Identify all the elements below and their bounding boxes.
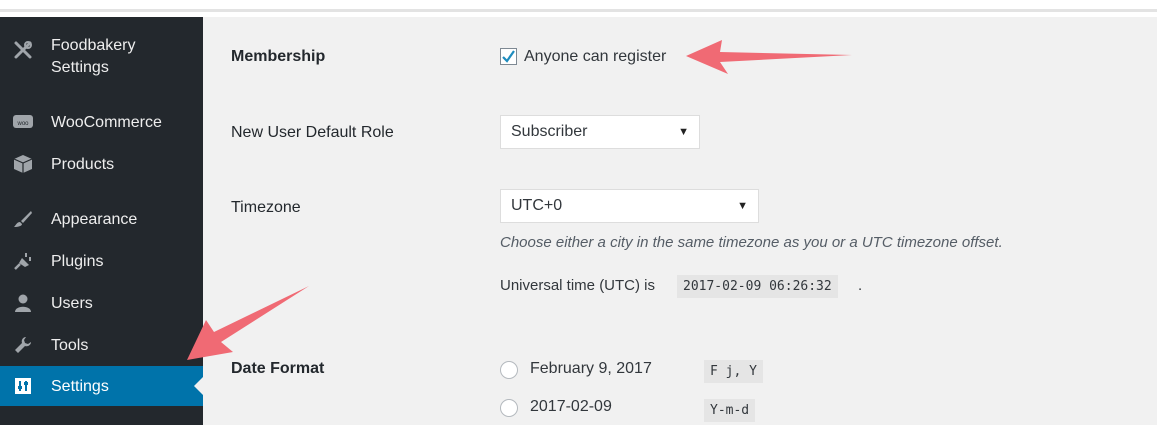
paint-brush-icon bbox=[12, 208, 34, 230]
sidebar-item-users[interactable]: Users bbox=[0, 291, 203, 315]
utc-time-value: 2017-02-09 06:26:32 bbox=[677, 275, 838, 298]
timezone-select[interactable]: UTC+0 ▼ bbox=[500, 189, 759, 223]
anyone-can-register-label[interactable]: Anyone can register bbox=[524, 48, 666, 66]
date-format-option-code: F j, Y bbox=[704, 360, 763, 383]
settings-sliders-icon bbox=[12, 375, 34, 397]
date-format-option-code: Y-m-d bbox=[704, 399, 756, 422]
utc-time-suffix: . bbox=[858, 277, 863, 294]
date-format-option-text[interactable]: February 9, 2017 bbox=[530, 360, 652, 378]
settings-content: Membership Anyone can register New User … bbox=[203, 17, 1157, 425]
chevron-down-icon: ▼ bbox=[737, 200, 748, 212]
default-role-select[interactable]: Subscriber ▼ bbox=[500, 115, 700, 149]
user-icon bbox=[12, 292, 34, 314]
sidebar-item-settings[interactable]: Settings bbox=[0, 366, 203, 406]
timezone-description: Choose either a city in the same timezon… bbox=[500, 234, 1003, 251]
box-icon bbox=[12, 153, 34, 175]
sidebar-item-products[interactable]: Products bbox=[0, 152, 203, 176]
sidebar-item-label: Plugins bbox=[51, 253, 104, 270]
date-format-option-text[interactable]: 2017-02-09 bbox=[530, 398, 612, 416]
checkmark-icon bbox=[502, 50, 515, 63]
default-role-value: Subscriber bbox=[511, 123, 588, 140]
default-role-label: New User Default Role bbox=[231, 124, 394, 141]
date-format-radio-1[interactable] bbox=[500, 361, 518, 379]
admin-sidebar: Foodbakery Settings woo WooCommerce Prod… bbox=[0, 17, 203, 425]
timezone-value: UTC+0 bbox=[511, 197, 563, 214]
anyone-can-register-checkbox[interactable] bbox=[500, 48, 517, 65]
top-divider bbox=[0, 9, 1157, 12]
date-format-radio-2[interactable] bbox=[500, 399, 518, 417]
sidebar-item-woocommerce[interactable]: woo WooCommerce bbox=[0, 110, 203, 134]
sidebar-item-foodbakery-settings[interactable]: Foodbakery Settings bbox=[0, 35, 203, 85]
wrench-icon bbox=[12, 334, 34, 356]
sidebar-item-label: Products bbox=[51, 156, 115, 173]
date-format-label: Date Format bbox=[231, 360, 325, 377]
sidebar-item-label: Appearance bbox=[51, 211, 138, 228]
active-indicator bbox=[194, 377, 203, 395]
sidebar-item-label-line2: Settings bbox=[51, 59, 109, 76]
svg-text:woo: woo bbox=[16, 121, 29, 127]
plug-icon bbox=[12, 250, 34, 272]
sidebar-item-appearance[interactable]: Appearance bbox=[0, 207, 203, 231]
utc-time-prefix: Universal time (UTC) is bbox=[500, 277, 656, 294]
tools-cross-icon bbox=[12, 39, 34, 61]
woocommerce-icon: woo bbox=[12, 111, 34, 133]
chevron-down-icon: ▼ bbox=[678, 126, 689, 138]
sidebar-item-label: Foodbakery bbox=[51, 37, 136, 54]
timezone-label: Timezone bbox=[231, 199, 301, 216]
membership-label: Membership bbox=[231, 48, 326, 65]
sidebar-item-plugins[interactable]: Plugins bbox=[0, 249, 203, 273]
sidebar-item-label: WooCommerce bbox=[51, 114, 162, 131]
sidebar-item-label: Settings bbox=[51, 378, 109, 395]
sidebar-item-tools[interactable]: Tools bbox=[0, 333, 203, 357]
sidebar-item-label: Tools bbox=[51, 337, 89, 354]
sidebar-item-label: Users bbox=[51, 295, 93, 312]
